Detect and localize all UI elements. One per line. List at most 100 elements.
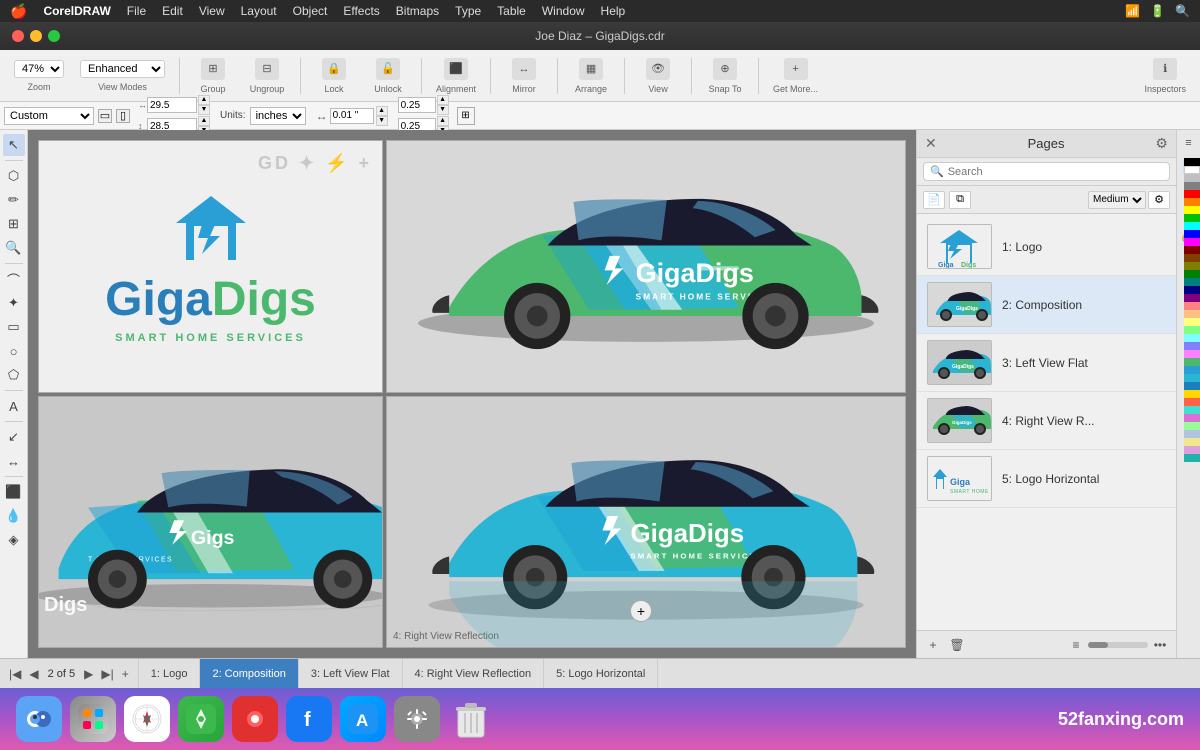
freehand-tool[interactable]: ✏ <box>3 189 25 211</box>
tab-4[interactable]: 4: Right View Reflection <box>403 659 545 688</box>
scrollbar-track[interactable] <box>1088 642 1148 648</box>
lock-icon[interactable]: 🔒 <box>322 58 346 80</box>
swatch-dark-green[interactable] <box>1184 270 1200 278</box>
swatch-blue[interactable] <box>1184 230 1200 238</box>
canvas-area[interactable]: GD ✦ ⚡ + GigaDigs SMART HOME SERVICES <box>28 130 916 658</box>
swatch-khaki[interactable] <box>1184 438 1200 446</box>
tab-1[interactable]: 1: Logo <box>139 659 201 688</box>
height-up[interactable]: ▲ <box>198 116 210 126</box>
swatch-gold[interactable] <box>1184 390 1200 398</box>
duplicate-page-btn[interactable]: ⧉ <box>949 191 971 209</box>
new-page-btn[interactable]: 📄 <box>923 191 945 209</box>
prev-page-btn[interactable]: ◀ <box>26 665 41 683</box>
swatch-light-yellow[interactable] <box>1184 318 1200 326</box>
swatch-teal[interactable] <box>1184 278 1200 286</box>
get-more-icon[interactable]: + <box>784 58 808 80</box>
select-tool[interactable]: ↖ <box>3 134 25 156</box>
swatch-white[interactable] <box>1184 166 1200 174</box>
swatch-plum[interactable] <box>1184 446 1200 454</box>
menu-type[interactable]: Type <box>455 4 481 18</box>
scale-x-down[interactable]: ▼ <box>437 105 449 115</box>
dock-pen-tool[interactable] <box>178 696 224 742</box>
view-size-select[interactable]: Medium Small Large <box>1088 191 1146 209</box>
swatch-teal-light[interactable] <box>1184 374 1200 382</box>
swatch-light-red[interactable] <box>1184 302 1200 310</box>
scale-x-input[interactable] <box>398 97 436 113</box>
left-view-panel[interactable]: Gigs T HOME SERVICES Digs <box>38 396 383 649</box>
minimize-button[interactable] <box>30 30 42 42</box>
last-page-btn[interactable]: ▶| <box>98 665 116 683</box>
menu-table[interactable]: Table <box>497 4 526 18</box>
swatch-red[interactable] <box>1184 190 1200 198</box>
dock-red-app[interactable] <box>232 696 278 742</box>
swatch-purple[interactable] <box>1184 294 1200 302</box>
rectangle-tool[interactable]: ▭ <box>3 316 25 338</box>
swatch-brown[interactable] <box>1184 254 1200 262</box>
page-item-2[interactable]: GigaDigs 2: Composition <box>917 276 1176 334</box>
mirror-icon[interactable]: ↔ <box>512 58 536 80</box>
swatch-cyan[interactable] <box>1184 222 1200 230</box>
search-mac-icon[interactable]: 🔍 <box>1175 4 1190 18</box>
connector-tool[interactable]: ↙ <box>3 426 25 448</box>
menu-edit[interactable]: Edit <box>162 4 183 18</box>
panel-settings-icon[interactable]: ⚙ <box>1155 135 1168 152</box>
dock-facebook[interactable]: f <box>286 696 332 742</box>
dock-trash[interactable] <box>448 696 494 742</box>
page-item-1[interactable]: Giga Digs 1: Logo <box>917 218 1176 276</box>
orientation-landscape[interactable]: ▯ <box>116 109 130 123</box>
dock-finder[interactable] <box>16 696 62 742</box>
unlock-icon[interactable]: 🔓 <box>376 58 400 80</box>
more-options-btn[interactable]: ••• <box>1150 636 1170 654</box>
tab-5[interactable]: 5: Logo Horizontal <box>544 659 658 688</box>
fill-tool[interactable]: ⬛ <box>3 481 25 503</box>
dock-sysprefs[interactable] <box>394 696 440 742</box>
tab-3[interactable]: 3: Left View Flat <box>299 659 403 688</box>
view-icon[interactable]: 👁 <box>646 58 670 80</box>
swatch-silver[interactable] <box>1184 174 1200 182</box>
preset-select[interactable]: Custom Letter A4 <box>4 107 94 125</box>
width-input[interactable] <box>147 97 197 113</box>
add-page-tab-btn[interactable]: + <box>119 665 132 683</box>
curve-tool[interactable]: ⌒ <box>3 268 25 290</box>
dock-appstore[interactable]: A <box>340 696 386 742</box>
swatch-yellow[interactable] <box>1184 206 1200 214</box>
delete-page-btn[interactable]: 🗑 <box>947 636 967 654</box>
swatch-pale-green[interactable] <box>1184 422 1200 430</box>
swatch-turquoise[interactable] <box>1184 406 1200 414</box>
nudge-input[interactable] <box>330 108 374 124</box>
logo-panel[interactable]: GD ✦ ⚡ + GigaDigs SMART HOME SERVICES <box>38 140 383 393</box>
apple-menu[interactable]: 🍎 <box>10 3 27 20</box>
dimension-tool[interactable]: ↔ <box>3 450 25 472</box>
ellipse-tool[interactable]: ○ <box>3 340 25 362</box>
alignment-icon[interactable]: ⬛ <box>444 58 468 80</box>
menu-object[interactable]: Object <box>293 4 328 18</box>
swatch-light-magenta[interactable] <box>1184 350 1200 358</box>
scale-y-up[interactable]: ▲ <box>437 116 449 126</box>
panel-close-x[interactable]: ✕ <box>925 135 937 152</box>
dock-safari[interactable] <box>124 696 170 742</box>
crop-tool[interactable]: ⊞ <box>3 213 25 235</box>
panel-settings-btn[interactable]: ⚙ <box>1148 191 1170 209</box>
menu-help[interactable]: Help <box>601 4 626 18</box>
scrollbar-thumb[interactable] <box>1088 642 1108 648</box>
ungroup-icon[interactable]: ⊟ <box>255 58 279 80</box>
menu-layout[interactable]: Layout <box>241 4 277 18</box>
menu-window[interactable]: Window <box>542 4 585 18</box>
swatch-light-steel[interactable] <box>1184 430 1200 438</box>
composition-panel[interactable]: GigaDigs SMART HOME SERVICES <box>386 140 906 393</box>
swatch-orchid[interactable] <box>1184 414 1200 422</box>
scale-x-up[interactable]: ▲ <box>437 95 449 105</box>
swatch-maroon[interactable] <box>1184 246 1200 254</box>
nudge-up[interactable]: ▲ <box>376 106 388 116</box>
zoom-tool[interactable]: 🔍 <box>3 237 25 259</box>
strip-layers-icon[interactable]: ≡ <box>1180 134 1198 152</box>
polygon-tool[interactable]: ⬠ <box>3 364 25 386</box>
menu-bitmaps[interactable]: Bitmaps <box>396 4 439 18</box>
color-dropper-tool[interactable]: 💧 <box>3 505 25 527</box>
swatch-gigadigs-green[interactable] <box>1184 358 1200 366</box>
zoom-indicator-btn[interactable]: + <box>630 600 652 622</box>
swatch-dark-blue[interactable] <box>1184 382 1200 390</box>
next-page-btn[interactable]: ▶ <box>81 665 96 683</box>
shape-tool[interactable]: ⬡ <box>3 165 25 187</box>
pages-search-input[interactable] <box>948 166 1163 178</box>
